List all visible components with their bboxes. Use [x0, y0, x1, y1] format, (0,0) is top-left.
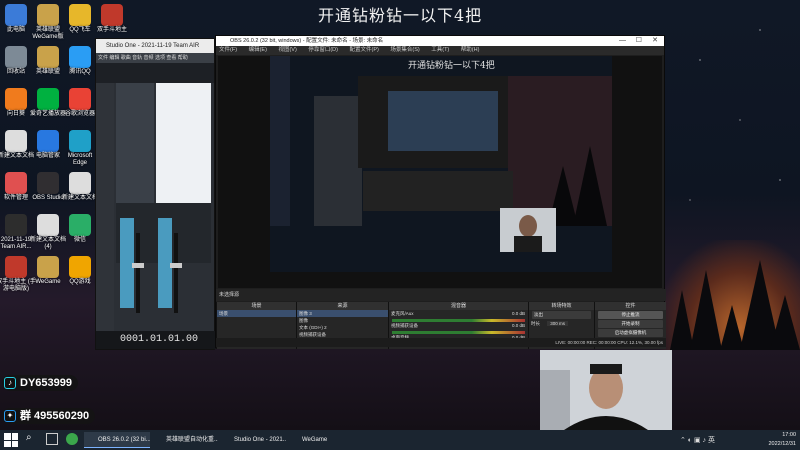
mixer-channel-name: 麦克风/Aux: [391, 311, 414, 316]
qq-group-icon: ✦: [4, 410, 16, 422]
obs-titlebar[interactable]: OBS 26.0.2 (32 bit, windows) - 配置文件: 未命名…: [216, 36, 664, 46]
obs-menubar: 文件(F) 编辑(E) 视图(V) 停靠窗口(D) 配置文件(P) 场景集合(S…: [216, 46, 664, 55]
menu-file[interactable]: 文件(F): [219, 47, 237, 53]
tiktok-id: DY653999: [20, 377, 72, 389]
preview-overlay-title: 开通钻粉钻一以下4把: [408, 61, 495, 71]
menu-profile[interactable]: 配置文件(P): [349, 47, 378, 53]
stream-overlay-title: 开通钻粉钻一以下4把: [318, 6, 483, 25]
studio-one-icon: [5, 214, 27, 236]
wechat-icon: [69, 214, 91, 236]
obs-preview[interactable]: 开通钻粉钻一以下4把: [218, 56, 662, 288]
studio-one-mixer-channels[interactable]: [96, 83, 216, 333]
sources-dock-title: 来源: [297, 302, 388, 310]
mixer-dock-title: 混音器: [389, 302, 528, 310]
search-icon[interactable]: ⌕: [26, 432, 32, 443]
source-item[interactable]: 文本 (GDI+) 2: [297, 324, 388, 331]
taskbar-item-studio-one[interactable]: Studio One - 2021...: [220, 432, 286, 448]
webcam-feed: [540, 350, 672, 430]
text-file-icon: [37, 214, 59, 236]
clock-date: 2022/12/31: [768, 441, 796, 447]
webcam-overlay: [540, 350, 672, 430]
menu-scene-collection[interactable]: 场景集合(S): [390, 47, 419, 53]
studio-one-titlebar[interactable]: Studio One - 2021-11-19 Team AIR: [96, 39, 214, 53]
pc-manager-icon: [37, 130, 59, 152]
studio-one-menubar[interactable]: 文件 编辑 歌曲 音轨 音频 选项 查看 帮助: [96, 53, 214, 63]
no-source-selected: 未选择源: [219, 292, 240, 298]
taskbar-item-wegame[interactable]: WeGame: [288, 432, 340, 448]
controls-dock-title: 控件: [595, 302, 666, 310]
transport-time: 0001.01.01.00: [120, 334, 199, 345]
obs-title: OBS 26.0.2 (32 bit, windows) - 配置文件: 未命名…: [230, 38, 384, 44]
transitions-dock-title: 转场特效: [529, 302, 594, 310]
taskbar: ⌕ OBS 26.0.2 (32 bi... 英雄联盟自动化重... Studi…: [0, 430, 800, 450]
mixer-channel-name: 视频捕获设备: [391, 323, 418, 328]
software-icon: [5, 172, 27, 194]
360-browser-icon[interactable]: [66, 433, 78, 445]
scenes-dock-title: 场景: [217, 302, 296, 310]
qq-speed-icon: [69, 4, 91, 26]
studio-one-toolbar[interactable]: [96, 63, 214, 83]
obs-icon: [37, 172, 59, 194]
stop-streaming-button[interactable]: 停止推流: [598, 311, 663, 319]
menu-help[interactable]: 帮助(H): [461, 47, 480, 53]
mixer-channel-capture: 视频捕获设备 0.0 dB: [389, 322, 528, 329]
start-recording-button[interactable]: 开始录制: [598, 320, 663, 328]
mixer-channel-level: 0.0 dB: [511, 311, 525, 316]
taskbar-item-obs[interactable]: OBS 26.0.2 (32 bi...: [84, 432, 150, 448]
start-icon[interactable]: [4, 433, 18, 447]
source-item[interactable]: 图像 3: [297, 310, 388, 317]
scene-item[interactable]: 场景: [217, 310, 296, 317]
lol-icon: [37, 4, 59, 26]
pine-trees-silhouette: [670, 260, 800, 350]
tiktok-icon: ♪: [4, 377, 16, 389]
close-icon[interactable]: ✕: [652, 36, 658, 46]
qq-group-number: 群 495560290: [20, 410, 90, 422]
qq-game-icon: [69, 256, 91, 278]
menu-view[interactable]: 视图(V): [278, 47, 296, 53]
system-tray-icons[interactable]: ⌃ ◐ ▣ ♪ 英: [680, 435, 715, 445]
clock-time: 17:00: [782, 432, 796, 438]
mixer-channel-level: 0.0 dB: [511, 323, 525, 328]
system-clock[interactable]: 17:00 2022/12/31: [736, 431, 796, 449]
qq-group-badge: ✦ 群 495560290: [2, 408, 96, 424]
wegame-icon: [37, 256, 59, 278]
menu-docks[interactable]: 停靠窗口(D): [308, 47, 338, 53]
source-item[interactable]: 图像: [297, 317, 388, 324]
sunflower-icon: [5, 88, 27, 110]
obs-statusbar: LIVE: 00:00:00 REC: 00:00:00 CPU: 12.1%,…: [216, 338, 666, 347]
source-item[interactable]: 视频捕获设备: [297, 331, 388, 338]
studio-one-transport[interactable]: 0001.01.01.00: [96, 331, 216, 349]
computer-icon: [5, 4, 27, 26]
source-selection-bar: 未选择源: [216, 289, 666, 301]
transition-duration-row: 时长 300 ms: [529, 320, 594, 327]
duration-input[interactable]: 300 ms: [547, 321, 569, 326]
duration-label: 时长: [531, 321, 540, 326]
text-file-icon: [5, 130, 27, 152]
iqiyi-icon: [37, 88, 59, 110]
desktop-icon-label: 双手斗地主: [96, 27, 127, 33]
recycle-bin-icon: [5, 46, 27, 68]
maximize-icon[interactable]: ☐: [636, 36, 642, 46]
poker-icon: [5, 256, 27, 278]
task-view-icon[interactable]: [46, 433, 58, 445]
desktop: 开通钻粉钻一以下4把 此电脑 英雄联盟 WeGame版 QQ飞车 双手斗地主 回收站 英雄…: [0, 0, 800, 430]
mixer-channel-mic: 麦克风/Aux 0.0 dB: [389, 310, 528, 317]
qq-icon: [69, 46, 91, 68]
lol-icon: [37, 46, 59, 68]
studio-one-window[interactable]: Studio One - 2021-11-19 Team AIR 文件 编辑 歌…: [95, 38, 216, 350]
text-file-icon: [69, 172, 91, 194]
preview-canvas: [270, 56, 612, 272]
poker-icon: [101, 4, 123, 26]
obs-window[interactable]: OBS 26.0.2 (32 bit, windows) - 配置文件: 未命名…: [215, 35, 666, 349]
taskbar-item-chrome[interactable]: 英雄联盟自动化重...: [152, 432, 218, 448]
menu-edit[interactable]: 编辑(E): [249, 47, 267, 53]
tiktok-badge: ♪ DY653999: [2, 375, 78, 391]
menu-tools[interactable]: 工具(T): [431, 47, 449, 53]
start-virtual-camera-button[interactable]: 启动虚拟摄像机: [598, 329, 663, 337]
transition-type-select[interactable]: 淡出: [532, 311, 591, 319]
minimize-icon[interactable]: —: [619, 36, 626, 46]
chrome-icon: [69, 88, 91, 110]
edge-icon: [69, 130, 91, 152]
